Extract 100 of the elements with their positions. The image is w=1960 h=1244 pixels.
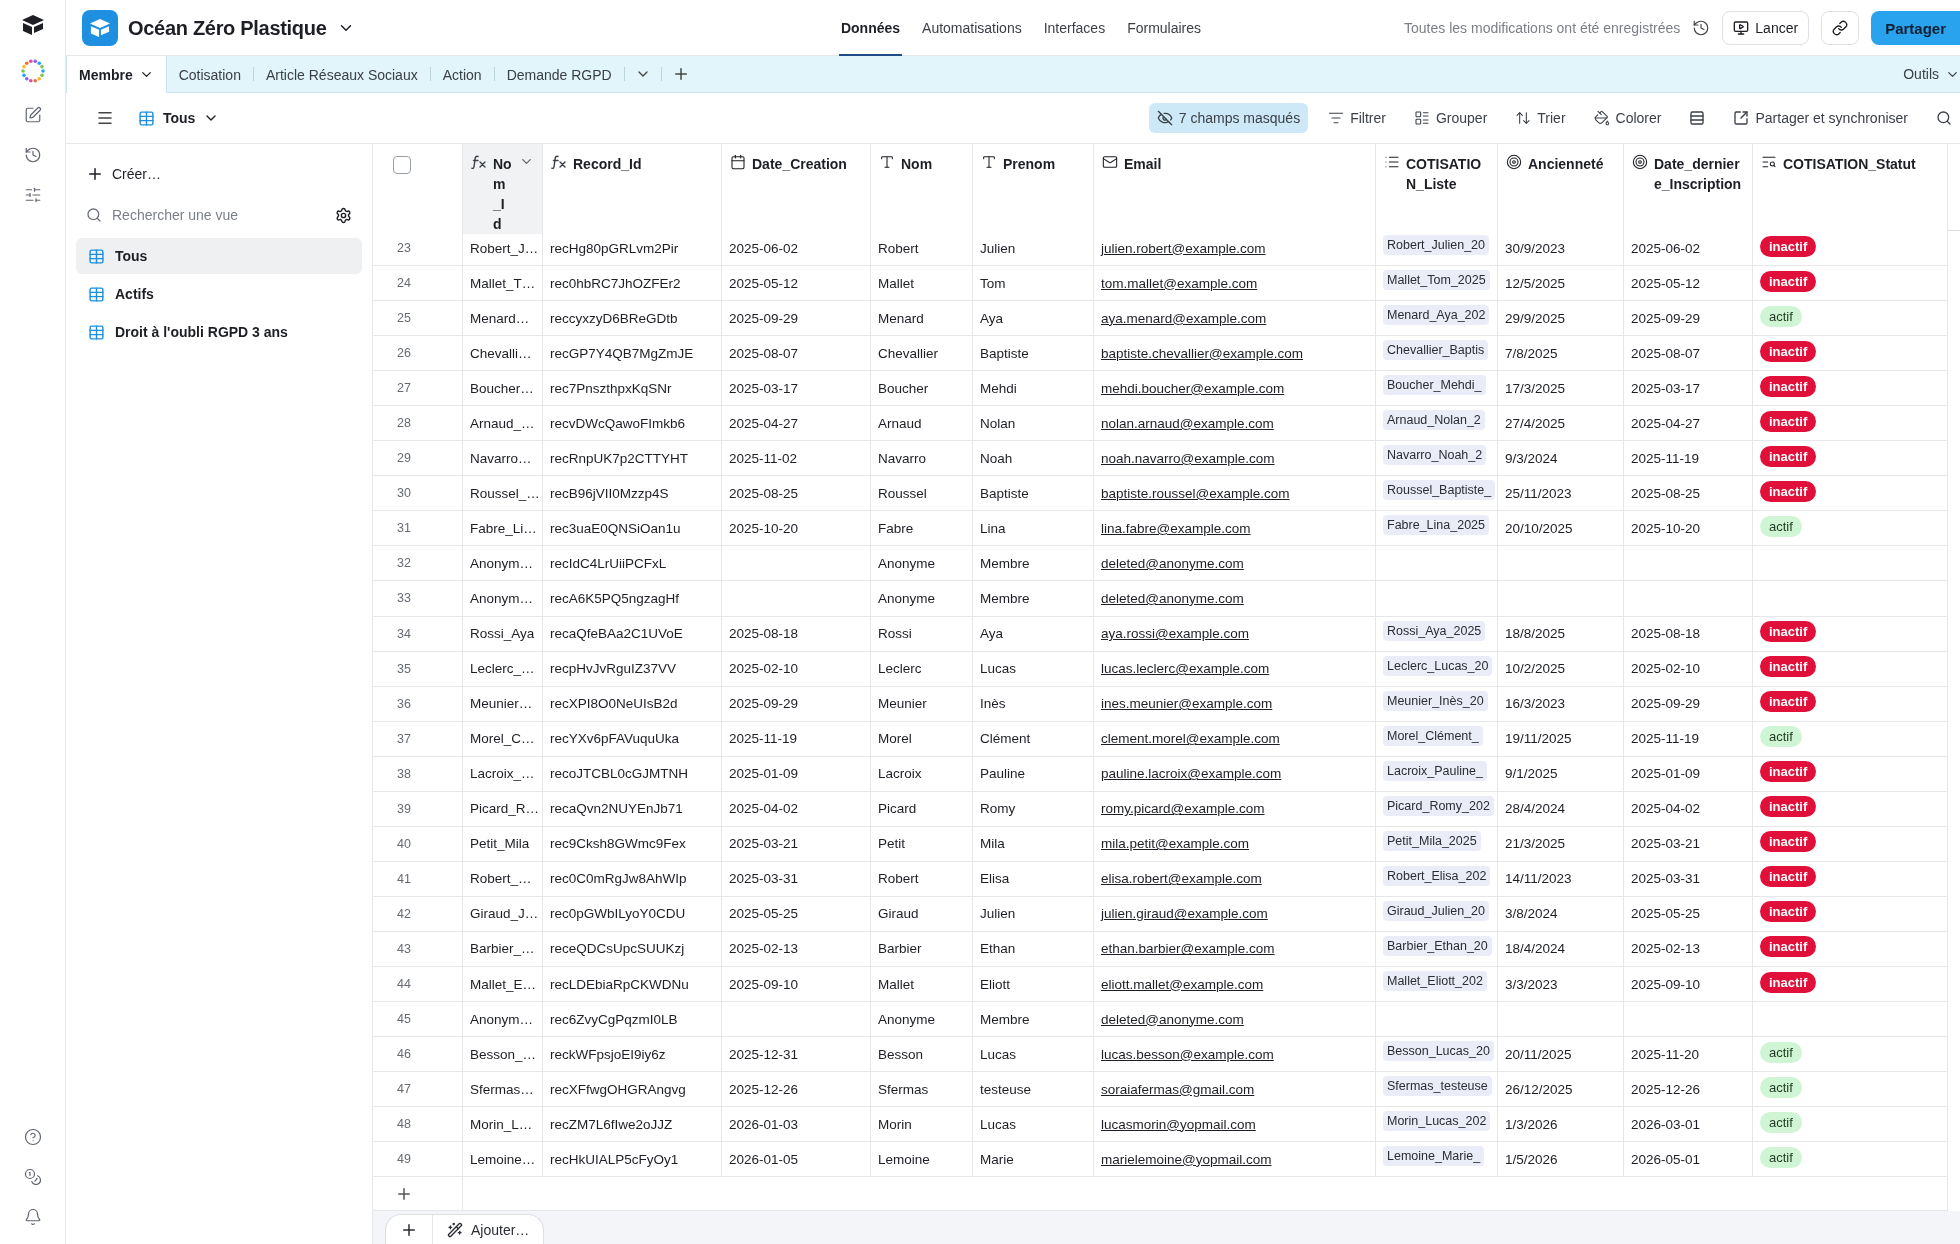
logo-icon[interactable] xyxy=(20,14,45,36)
settings-icon[interactable] xyxy=(335,206,352,224)
record-chip[interactable]: Picard_Romy_202 xyxy=(1383,795,1494,816)
help-icon[interactable] xyxy=(23,1128,42,1146)
view-item[interactable]: Actifs xyxy=(76,276,362,312)
email-link[interactable]: aya.rossi@example.com xyxy=(1101,626,1249,642)
email-link[interactable]: mehdi.boucher@example.com xyxy=(1101,380,1285,396)
email-link[interactable]: deleted@anonyme.com xyxy=(1101,591,1244,606)
record-chip[interactable]: Meunier_Inès_20 xyxy=(1383,690,1488,711)
link-button[interactable] xyxy=(1821,11,1860,45)
row-number: 37 xyxy=(397,731,411,746)
nav-tab[interactable]: Interfaces xyxy=(1041,0,1108,56)
select-all-checkbox[interactable] xyxy=(393,156,411,174)
email-link[interactable]: soraiafermas@gmail.com xyxy=(1101,1081,1255,1097)
record-chip[interactable]: Leclerc_Lucas_20 xyxy=(1383,655,1493,676)
email-link[interactable]: julien.robert@example.com xyxy=(1101,240,1266,256)
column-header[interactable]: Date_Creation xyxy=(722,144,871,234)
coins-icon[interactable] xyxy=(23,1168,42,1186)
app-logo-icon[interactable] xyxy=(82,10,118,46)
app-title[interactable]: Océan Zéro Plastique xyxy=(128,16,327,40)
edit-icon[interactable] xyxy=(23,106,42,124)
record-chip[interactable]: Lacroix_Pauline_ xyxy=(1383,760,1487,781)
email-link[interactable]: deleted@anonyme.com xyxy=(1101,1011,1244,1027)
table-tab[interactable]: Action xyxy=(430,56,494,93)
email-link[interactable]: lucas.leclerc@example.com xyxy=(1101,661,1270,677)
column-header[interactable]: Ancienneté xyxy=(1498,144,1624,234)
toolbar-button[interactable]: Trier xyxy=(1507,103,1574,133)
column-header[interactable]: Date_derniere_Inscription xyxy=(1624,144,1753,234)
dotted-circle-icon[interactable] xyxy=(19,58,46,84)
table-tab[interactable]: Article Réseaux Sociaux xyxy=(253,56,430,93)
bell-icon[interactable] xyxy=(23,1208,42,1226)
email-link[interactable]: lina.fabre@example.com xyxy=(1101,520,1251,536)
table-tab[interactable]: Cotisation xyxy=(166,56,253,93)
history-icon[interactable] xyxy=(23,146,42,164)
column-header[interactable]: COTISATION_Statut xyxy=(1753,144,1948,234)
column-header[interactable]: Email xyxy=(1094,144,1376,234)
create-view-button[interactable]: Créer… xyxy=(76,156,362,192)
record-chip[interactable]: Giraud_Julien_20 xyxy=(1383,900,1489,921)
view-item[interactable]: Tous xyxy=(76,238,362,274)
record-chip[interactable]: Lemoine_Marie_ xyxy=(1383,1146,1485,1167)
record-chip[interactable]: Morin_Lucas_202 xyxy=(1383,1111,1491,1132)
hidden-fields-button[interactable]: 7 champs masqués xyxy=(1148,103,1309,133)
column-header[interactable]: Nom xyxy=(871,144,973,234)
record-chip[interactable]: Robert_Elisa_202 xyxy=(1383,865,1491,886)
record-chip[interactable]: Mallet_Eliott_202 xyxy=(1383,971,1487,991)
view-item[interactable]: Droit à l'oubli RGPD 3 ans xyxy=(76,314,362,350)
email-link[interactable]: elisa.robert@example.com xyxy=(1101,871,1262,887)
email-link[interactable]: marielemoine@yopmail.com xyxy=(1101,1151,1272,1167)
table-tab[interactable]: Membre xyxy=(66,56,167,93)
email-link[interactable]: ethan.barbier@example.com xyxy=(1101,941,1275,957)
sliders-icon[interactable] xyxy=(23,186,42,204)
email-link[interactable]: ines.meunier@example.com xyxy=(1101,696,1273,712)
record-chip[interactable]: Mallet_Tom_2025 xyxy=(1383,270,1490,291)
email-link[interactable]: lucas.besson@example.com xyxy=(1101,1046,1274,1062)
record-chip[interactable]: Fabre_Lina_2025 xyxy=(1383,515,1489,536)
record-chip[interactable]: Chevallier_Baptis xyxy=(1383,340,1489,361)
share-sync-button[interactable]: Partager et synchroniser xyxy=(1725,103,1916,133)
email-link[interactable]: noah.navarro@example.com xyxy=(1101,450,1275,466)
column-header[interactable]: Record_Id xyxy=(543,144,722,234)
email-link[interactable]: pauline.lacroix@example.com xyxy=(1101,766,1282,782)
email-link[interactable]: nolan.arnaud@example.com xyxy=(1101,415,1274,431)
column-header[interactable]: Nom_Id xyxy=(463,144,543,234)
launch-button[interactable]: Lancer xyxy=(1722,11,1810,45)
email-link[interactable]: baptiste.roussel@example.com xyxy=(1101,485,1290,501)
email-link[interactable]: romy.picard@example.com xyxy=(1101,801,1265,817)
email-link[interactable]: baptiste.chevallier@example.com xyxy=(1101,345,1304,361)
email-link[interactable]: julien.giraud@example.com xyxy=(1101,906,1268,922)
toolbar-button[interactable]: Grouper xyxy=(1405,103,1496,133)
email-link[interactable]: eliott.mallet@example.com xyxy=(1101,976,1264,992)
email-link[interactable]: deleted@anonyme.com xyxy=(1101,555,1244,571)
record-chip[interactable]: Besson_Lucas_20 xyxy=(1383,1041,1494,1062)
record-chip[interactable]: Sfermas_testeuse xyxy=(1383,1076,1492,1097)
record-chip[interactable]: Petit_Mila_2025 xyxy=(1383,830,1481,851)
column-header[interactable]: COTISATION_Liste xyxy=(1376,144,1498,234)
record-chip[interactable]: Rossi_Aya_2025 xyxy=(1383,620,1486,641)
record-chip[interactable]: Menard_Aya_202 xyxy=(1383,305,1490,326)
record-chip[interactable]: Roussel_Baptiste_ xyxy=(1383,480,1496,501)
tools-button[interactable]: Outils xyxy=(1893,56,1960,92)
toolbar-button[interactable]: Colorer xyxy=(1585,103,1670,133)
email-link[interactable]: tom.mallet@example.com xyxy=(1101,275,1258,291)
email-link[interactable]: mila.petit@example.com xyxy=(1101,836,1249,852)
email-link[interactable]: aya.menard@example.com xyxy=(1101,310,1267,326)
nav-tab[interactable]: Automatisations xyxy=(920,0,1024,56)
record-chip[interactable]: Morel_Clément_ xyxy=(1383,725,1483,746)
record-chip[interactable]: Boucher_Mehdi_ xyxy=(1383,375,1486,396)
search-field[interactable]: Rechercher une vue xyxy=(110,206,317,224)
record-chip[interactable]: Arnaud_Nolan_2 xyxy=(1383,410,1485,431)
column-header[interactable]: Prenom xyxy=(973,144,1094,234)
nav-tab[interactable]: Formulaires xyxy=(1125,0,1204,56)
share-button[interactable]: Partager xyxy=(1871,11,1960,45)
view-switcher[interactable]: Tous xyxy=(128,109,230,127)
cell-text: recvDWcQawoFImkb6 xyxy=(550,415,686,431)
record-chip[interactable]: Barbier_Ethan_20 xyxy=(1383,935,1492,956)
toolbar-button[interactable]: Filtrer xyxy=(1320,103,1394,133)
email-link[interactable]: clement.morel@example.com xyxy=(1101,731,1280,747)
record-chip[interactable]: Navarro_Noah_2 xyxy=(1383,445,1487,466)
table-tab[interactable]: Demande RGPD xyxy=(494,56,624,93)
email-link[interactable]: lucasmorin@yopmail.com xyxy=(1101,1116,1256,1132)
record-chip[interactable]: Robert_Julien_20 xyxy=(1383,235,1489,255)
history-icon[interactable] xyxy=(1692,19,1711,37)
